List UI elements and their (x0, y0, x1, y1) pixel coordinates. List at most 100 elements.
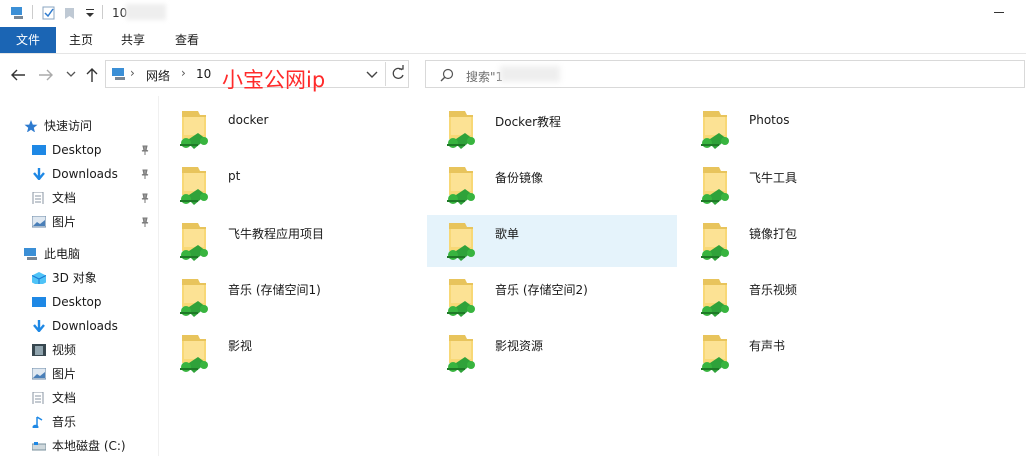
folder-name: 有声书 (749, 339, 786, 353)
title-redaction (126, 4, 166, 20)
document-icon (32, 392, 44, 404)
folder-name: pt (228, 169, 241, 183)
sidebar-label: 本地磁盘 (C:) (52, 439, 126, 453)
search-icon (440, 68, 454, 82)
pin-icon[interactable] (140, 169, 150, 179)
folder-tile[interactable]: 音乐 (存储空间1) (160, 271, 410, 323)
shared-folder-icon (697, 333, 733, 377)
sidebar-item-pictures[interactable]: 图片 (32, 211, 156, 233)
folder-tile[interactable]: 音乐视频 (681, 271, 931, 323)
qa-divider (32, 5, 33, 19)
overlay-annotation: 小宝公网ip (222, 68, 326, 92)
sidebar-item-documents[interactable]: 文档 (32, 187, 156, 209)
shared-folder-icon (176, 165, 212, 209)
shared-folder-icon (176, 221, 212, 265)
folder-tile[interactable]: 镜像打包 (681, 215, 931, 267)
tab-home[interactable]: 主页 (56, 27, 106, 53)
back-arrow-icon[interactable] (10, 68, 26, 82)
folder-name: 影视资源 (495, 339, 544, 353)
sidebar-label: 快速访问 (44, 119, 93, 133)
folder-name: 飞牛工具 (749, 171, 798, 185)
picture-icon (32, 216, 46, 228)
folder-name: 歌单 (495, 227, 520, 241)
folder-name: 备份镜像 (495, 171, 544, 185)
address-dropdown-chevron-icon[interactable] (361, 63, 383, 85)
folder-name: 影视 (228, 339, 253, 353)
shared-folder-icon (176, 333, 212, 377)
folder-tile[interactable]: docker (160, 103, 410, 155)
pin-icon[interactable] (140, 145, 150, 155)
folder-name: 音乐 (存储空间2) (495, 283, 588, 297)
sidebar-label: Downloads (52, 319, 118, 333)
pin-icon[interactable] (140, 217, 150, 227)
breadcrumb-separator-icon[interactable]: › (181, 66, 186, 80)
sidebar-label: Downloads (52, 167, 118, 181)
sidebar-item-downloads[interactable]: Downloads (32, 163, 156, 185)
shared-folder-icon (443, 165, 479, 209)
up-arrow-icon[interactable] (85, 67, 99, 83)
folder-tile[interactable]: 备份镜像 (427, 159, 677, 211)
folder-tiles-view: docker Docker教程 Photos pt 备份镜像 飞牛工具飞牛教程应用项目 歌单… (160, 96, 1026, 456)
shared-folder-icon (443, 277, 479, 321)
folder-tile[interactable]: 影视资源 (427, 327, 677, 379)
shared-folder-icon (176, 277, 212, 321)
minimize-button[interactable] (994, 12, 1004, 13)
shared-folder-icon (697, 277, 733, 321)
properties-icon[interactable] (42, 6, 56, 20)
search-redaction (500, 66, 560, 82)
sidebar-label: 图片 (52, 215, 77, 229)
desktop-icon (32, 297, 46, 307)
download-arrow-icon (33, 320, 45, 332)
recent-locations-chevron-icon[interactable] (66, 71, 76, 79)
folder-name: 音乐 (存储空间1) (228, 283, 321, 297)
breadcrumb-host[interactable]: 10 (196, 67, 211, 81)
shared-folder-icon (443, 109, 479, 153)
sidebar-label: 文档 (52, 391, 77, 405)
sidebar-label: 3D 对象 (52, 271, 97, 285)
folder-tile[interactable]: 音乐 (存储空间2) (427, 271, 677, 323)
folder-name: 飞牛教程应用项目 (228, 227, 325, 241)
sidebar-label: Desktop (52, 143, 102, 157)
network-location-icon (112, 68, 125, 80)
folder-name: 镜像打包 (749, 227, 798, 241)
forward-arrow-icon[interactable] (38, 68, 54, 82)
shared-folder-icon (443, 333, 479, 377)
sidebar-label: 文档 (52, 191, 77, 205)
tab-file[interactable]: 文件 (0, 27, 56, 53)
folder-tile[interactable]: 歌单 (427, 215, 677, 267)
tab-share[interactable]: 共享 (108, 27, 158, 53)
folder-tile[interactable]: pt (160, 159, 410, 211)
qa-divider-2 (102, 5, 103, 19)
cube-icon (32, 272, 46, 284)
address-bar[interactable]: › 网络 › 10 小宝公网ip (105, 60, 410, 92)
pane-divider (158, 96, 159, 456)
search-placeholder: 搜索"1 (466, 70, 504, 84)
sidebar-label: 图片 (52, 367, 77, 381)
sidebar-label: 此电脑 (44, 247, 81, 261)
shared-folder-icon (697, 221, 733, 265)
folder-tile[interactable]: 飞牛教程应用项目 (160, 215, 410, 267)
pin-icon[interactable] (140, 193, 150, 203)
refresh-icon[interactable] (385, 62, 410, 86)
folder-tile[interactable]: 有声书 (681, 327, 931, 379)
navigation-pane: 快速访问 Desktop Downloads 文档 图片 此电脑 3D 对象 D… (0, 96, 158, 456)
new-folder-icon[interactable] (64, 6, 76, 20)
folder-tile[interactable]: Photos (681, 103, 931, 155)
breadcrumb-network[interactable]: 网络 (146, 67, 170, 84)
customize-qa-dropdown-icon[interactable] (85, 6, 95, 20)
computer-icon (24, 248, 37, 260)
tab-view[interactable]: 查看 (162, 27, 212, 53)
video-icon (32, 344, 46, 356)
sidebar-label: Desktop (52, 295, 102, 309)
search-box[interactable]: 搜索"1 (425, 60, 1025, 88)
breadcrumb-separator-icon[interactable]: › (130, 66, 135, 80)
computer-icon[interactable] (10, 6, 26, 20)
folder-tile[interactable]: Docker教程 (427, 103, 677, 155)
folder-tile[interactable]: 飞牛工具 (681, 159, 931, 211)
folder-tile[interactable]: 影视 (160, 327, 410, 379)
folder-name: Photos (749, 113, 790, 127)
drive-icon (32, 442, 46, 451)
sidebar-item-desktop[interactable]: Desktop (32, 139, 156, 161)
shared-folder-icon (697, 109, 733, 153)
picture-icon (32, 368, 46, 380)
